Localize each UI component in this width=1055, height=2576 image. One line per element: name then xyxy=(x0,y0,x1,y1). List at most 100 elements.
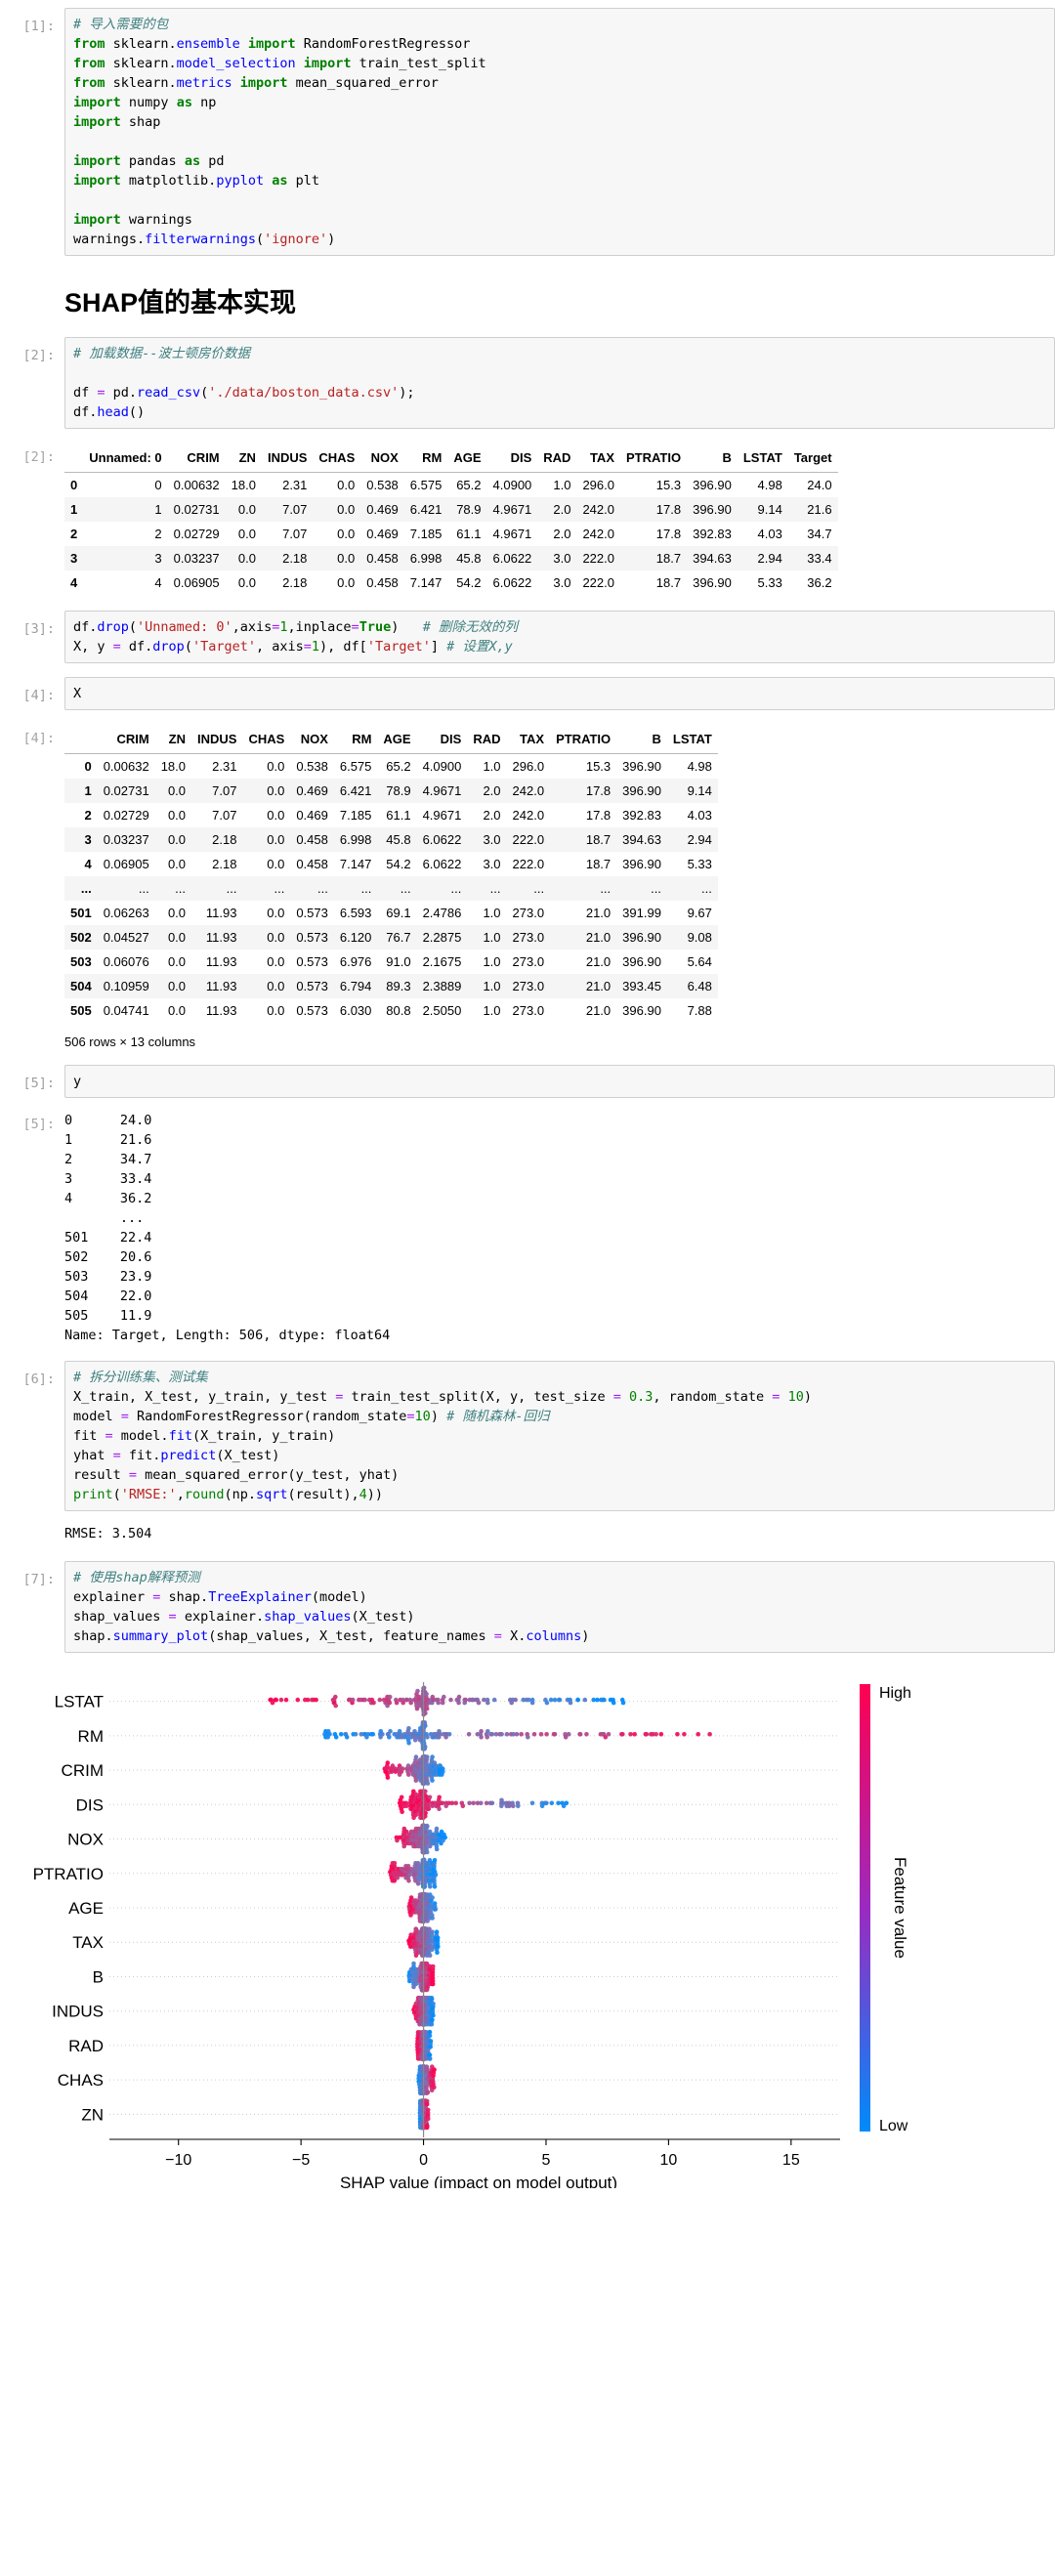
cell-2-input[interactable]: # 加载数据--波士顿房价数据 df = pd.read_csv('./data… xyxy=(64,337,1055,429)
shap-point xyxy=(489,1732,495,1737)
table-row: 3 3 0.03237 0.0 2.18 0.0 0.458 6.998 45.8 6.0622 3… xyxy=(64,546,838,570)
shap-point xyxy=(544,1800,549,1806)
table-cell: 0.573 xyxy=(296,1003,328,1018)
shap-point xyxy=(426,2116,431,2122)
table-cell: 6.120 xyxy=(339,930,372,945)
table-cell: 1.0 xyxy=(483,906,501,920)
table-cell: 0.0 xyxy=(267,783,285,798)
table-cell: 0.02731 xyxy=(103,783,149,798)
table-cell: 0.0 xyxy=(337,527,356,541)
notebook-cell-5-output: [5]: 0 24.0 1 21.6 2 34.7 3 33.4 4 36.2 … xyxy=(0,1106,1055,1347)
cell-5-input[interactable]: y xyxy=(64,1065,1055,1098)
row-index-cell: 0 xyxy=(84,759,92,774)
shap-point xyxy=(440,1700,445,1706)
table-cell: 0.538 xyxy=(366,478,399,492)
table-cell: 2.5050 xyxy=(422,1003,462,1018)
table-cell: 33.4 xyxy=(807,551,832,566)
dataframe-x-header: CRIM ZN INDUS CHAS NOX RM AGE DIS RAD TAX PTRATIO B… xyxy=(64,727,718,754)
table-cell: 11.93 xyxy=(205,979,237,993)
cell-3-code[interactable]: df.drop('Unnamed: 0',axis=1,inplace=True… xyxy=(73,617,1054,656)
cell-4-input[interactable]: X xyxy=(64,677,1055,710)
table-cell: 6.48 xyxy=(687,979,712,993)
shap-point xyxy=(427,2056,433,2061)
rmse-output-area: RMSE: 3.504 xyxy=(64,1519,1055,1545)
shap-point xyxy=(425,2107,431,2113)
cell-5-output-prompt: [5]: xyxy=(22,1117,55,1132)
shap-point xyxy=(434,1846,440,1852)
shap-point xyxy=(606,1732,612,1737)
table-cell: 2.18 xyxy=(212,857,237,871)
shap-point xyxy=(278,1697,284,1703)
column-header: DIS xyxy=(486,445,538,473)
column-header: RAD xyxy=(537,445,577,473)
cell-7-input[interactable]: # 使用shap解释预测 explainer = shap.TreeExplai… xyxy=(64,1561,1055,1653)
table-cell: 6.575 xyxy=(409,478,443,492)
column-header: Unnamed: 0 xyxy=(83,445,168,473)
shap-point xyxy=(544,1732,549,1737)
table-corner-cell xyxy=(64,445,84,473)
table-cell: 222.0 xyxy=(512,832,545,847)
table-cell: 0.0 xyxy=(237,575,256,590)
table-cell: 36.2 xyxy=(807,575,832,590)
shap-point xyxy=(516,1803,521,1809)
table-cell: 0.458 xyxy=(366,551,399,566)
table-cell: 242.0 xyxy=(582,502,614,517)
shap-point xyxy=(538,1732,544,1737)
x-axis-tick-label: 15 xyxy=(782,2152,800,2169)
y-axis-label-indus: INDUS xyxy=(52,2003,104,2021)
table-cell: ... xyxy=(450,881,462,896)
cell-5-code[interactable]: y xyxy=(73,1072,1054,1091)
table-cell: 91.0 xyxy=(386,954,411,969)
shap-point xyxy=(460,1803,466,1809)
x-axis-tick-label: −10 xyxy=(165,2152,191,2169)
table-cell: 7.147 xyxy=(339,857,372,871)
cell-6-prompt: [6]: xyxy=(22,1372,55,1387)
table-cell: 0.02731 xyxy=(173,502,220,517)
cell-6-input[interactable]: # 拆分训练集、测试集 X_train, X_test, y_train, y_… xyxy=(64,1361,1055,1511)
table-cell: 4.03 xyxy=(757,527,782,541)
shap-point xyxy=(453,1800,459,1806)
cell-1-input[interactable]: # 导入需要的包 from sklearn.ensemble import Ra… xyxy=(64,8,1055,256)
shap-point xyxy=(566,1732,571,1737)
shap-point xyxy=(628,1732,633,1737)
table-cell: 78.9 xyxy=(386,783,411,798)
cell-4-code[interactable]: X xyxy=(73,684,1054,703)
cell-2-code[interactable]: # 加载数据--波士顿房价数据 df = pd.read_csv('./data… xyxy=(73,344,1054,422)
beeswarm-row-chas xyxy=(416,2063,437,2096)
table-cell: 0.0 xyxy=(267,979,285,993)
table-cell: 6.593 xyxy=(339,906,372,920)
table-cell: 0.02729 xyxy=(103,808,149,823)
colorbar-title: Feature value xyxy=(891,1857,909,1959)
cell-7-code[interactable]: # 使用shap解释预测 explainer = shap.TreeExplai… xyxy=(73,1568,1054,1646)
shap-point xyxy=(437,1795,443,1800)
table-cell: 4.98 xyxy=(687,759,712,774)
table-cell: 69.1 xyxy=(386,906,411,920)
y-axis-label-rm: RM xyxy=(78,1727,104,1746)
shap-point xyxy=(654,1732,658,1737)
shap-point xyxy=(400,1766,405,1771)
shap-point xyxy=(448,1697,453,1703)
cell-1-code[interactable]: # 导入需要的包 from sklearn.ensemble import Ra… xyxy=(73,15,1054,249)
cell-6-code[interactable]: # 拆分训练集、测试集 X_train, X_test, y_train, y_… xyxy=(73,1368,1054,1504)
table-cell: 2.2875 xyxy=(422,930,462,945)
table-cell: 296.0 xyxy=(512,759,545,774)
cell-7-prompt: [7]: xyxy=(22,1572,55,1587)
shap-point xyxy=(549,1800,555,1806)
table-cell: 6.0622 xyxy=(422,857,462,871)
table-cell: 1.0 xyxy=(483,930,501,945)
shap-point xyxy=(429,1997,435,2002)
table-cell: 273.0 xyxy=(512,979,545,993)
table-cell: 396.90 xyxy=(622,783,661,798)
table-cell: ... xyxy=(600,881,612,896)
table-row: 501 0.06263 0.0 11.93 0.0 0.573 6.593 69.1 2.478… xyxy=(64,901,718,925)
shap-point xyxy=(333,1694,338,1700)
beeswarm-row-age xyxy=(406,1891,439,1924)
notebook-cell-2: [2]: # 加载数据--波士顿房价数据 df = pd.read_csv('.… xyxy=(0,337,1055,429)
shap-point xyxy=(427,1795,433,1800)
cell-3-input[interactable]: df.drop('Unnamed: 0',axis=1,inplace=True… xyxy=(64,611,1055,663)
table-cell: 273.0 xyxy=(512,954,545,969)
table-cell: 3.0 xyxy=(483,857,501,871)
shap-point xyxy=(582,1697,588,1703)
table-cell: 6.0622 xyxy=(422,832,462,847)
table-cell: 6.998 xyxy=(339,832,372,847)
